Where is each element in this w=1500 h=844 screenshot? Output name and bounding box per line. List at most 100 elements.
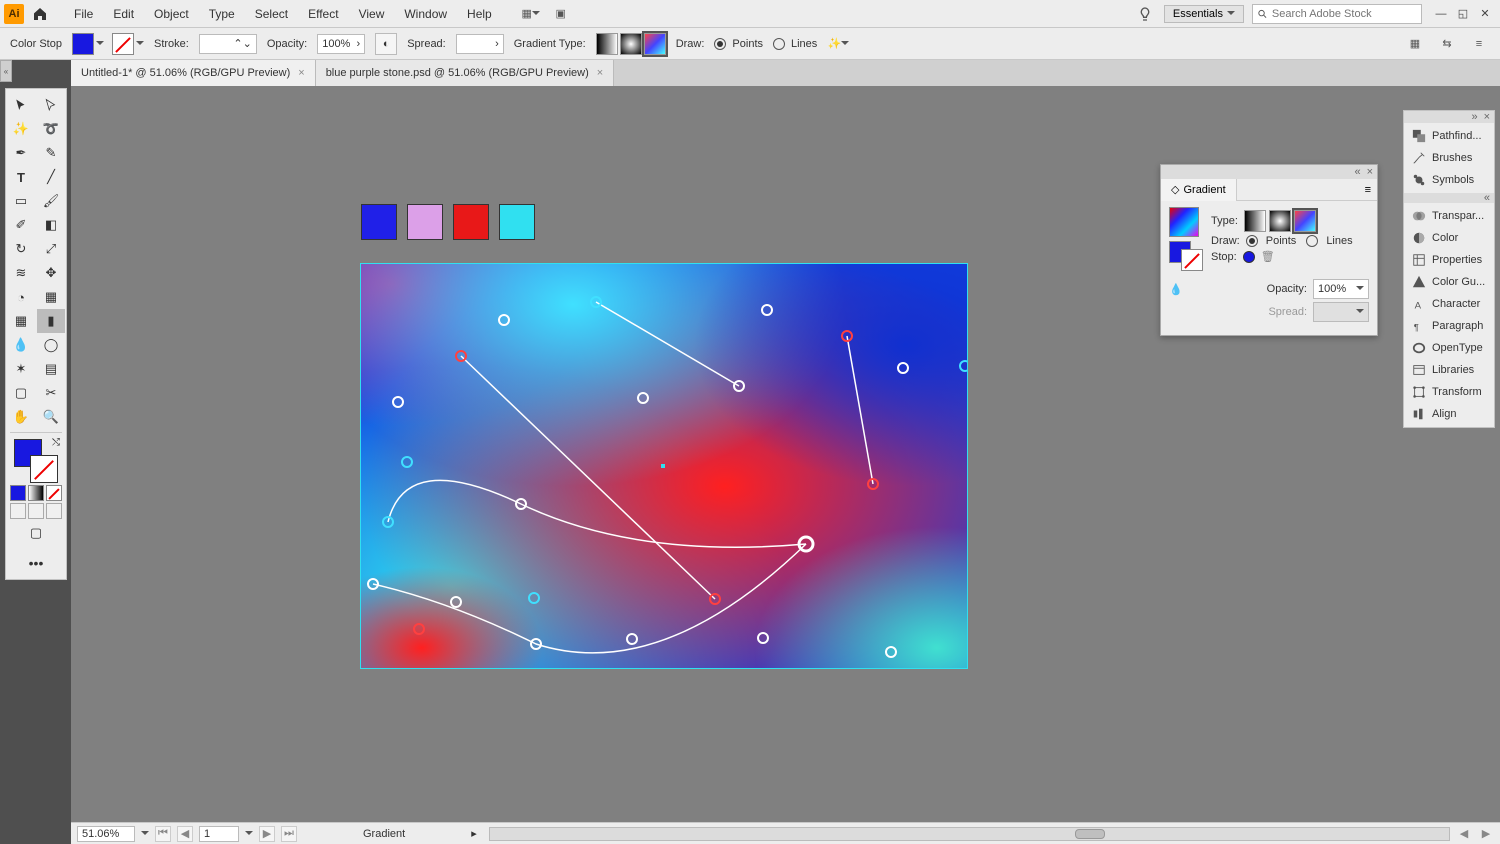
document-tab[interactable]: blue purple stone.psd @ 51.06% (RGB/GPU … xyxy=(316,60,615,86)
canvas[interactable]: «× ◇Gradient ≡ Type: xyxy=(71,86,1500,822)
panel-color[interactable]: Color xyxy=(1404,227,1494,249)
menu-view[interactable]: View xyxy=(349,0,395,28)
panel-close-icon[interactable]: × xyxy=(1367,166,1373,178)
type-tool[interactable]: T xyxy=(7,165,35,189)
swap-fill-stroke-icon[interactable]: ⤭ xyxy=(52,437,60,448)
home-icon[interactable] xyxy=(28,2,52,26)
swatch-blue[interactable] xyxy=(361,204,397,240)
menu-edit[interactable]: Edit xyxy=(103,0,144,28)
mesh-tool[interactable]: ▦ xyxy=(7,309,35,333)
gp-spread-select[interactable] xyxy=(1313,302,1369,322)
line-tool[interactable]: ╱ xyxy=(37,165,65,189)
panel-menu-icon[interactable]: ≡ xyxy=(1365,184,1371,196)
align-button[interactable]: ▦ xyxy=(1404,33,1426,55)
gradient-panel[interactable]: «× ◇Gradient ≡ Type: xyxy=(1160,164,1378,336)
menu-object[interactable]: Object xyxy=(144,0,199,28)
artboard-next-button[interactable]: ▶ xyxy=(259,826,275,842)
panel-transform[interactable]: Transform xyxy=(1404,381,1494,403)
direct-selection-tool[interactable] xyxy=(37,93,65,117)
symbol-sprayer-tool[interactable]: ✶ xyxy=(7,357,35,381)
gradient-freeform-button[interactable] xyxy=(644,33,666,55)
swatch-purple[interactable] xyxy=(407,204,443,240)
status-menu-icon[interactable]: ▸ xyxy=(471,827,477,840)
color-mode-gradient[interactable] xyxy=(28,485,44,501)
document-tab[interactable]: Untitled-1* @ 51.06% (RGB/GPU Preview) × xyxy=(71,60,316,86)
spread-select[interactable]: › xyxy=(456,34,504,54)
fill-color-swatch[interactable] xyxy=(72,33,94,55)
hand-tool[interactable]: ✋ xyxy=(7,405,35,429)
free-transform-tool[interactable]: ✥ xyxy=(37,261,65,285)
selection-tool[interactable] xyxy=(7,93,35,117)
screen-mode-button[interactable]: ▢ xyxy=(22,521,50,545)
arrange-documents-icon[interactable]: ▦ xyxy=(520,3,542,25)
dock-expand-icon[interactable]: » xyxy=(1471,111,1477,123)
gradient-options-button[interactable]: ✨ xyxy=(827,33,849,55)
gp-points-radio[interactable] xyxy=(1246,235,1258,247)
draw-behind-button[interactable] xyxy=(28,503,44,519)
panel-transparency[interactable]: Transpar... xyxy=(1404,205,1494,227)
color-mode-solid[interactable] xyxy=(10,485,26,501)
scale-tool[interactable]: ⤢ xyxy=(37,237,65,261)
horizontal-scrollbar[interactable] xyxy=(489,827,1450,841)
delete-stop-icon[interactable]: 🗑 xyxy=(1261,250,1275,263)
left-dock-collapse-toggle[interactable]: « xyxy=(0,60,12,82)
gp-opacity-select[interactable]: 100% xyxy=(1313,279,1369,299)
panel-brushes[interactable]: Brushes xyxy=(1404,147,1494,169)
panel-collapse-icon[interactable]: « xyxy=(1354,166,1360,178)
recolor-button[interactable]: ◐ xyxy=(375,33,397,55)
close-button[interactable]: ✕ xyxy=(1474,5,1496,23)
artboard-first-button[interactable]: ⏮ xyxy=(155,826,171,842)
shape-builder-tool[interactable]: ◔ xyxy=(7,285,35,309)
color-mode-none[interactable] xyxy=(46,485,62,501)
artboard-tool[interactable]: ▢ xyxy=(7,381,35,405)
draw-lines-radio[interactable] xyxy=(773,38,785,50)
transform-button[interactable]: ⇆ xyxy=(1436,33,1458,55)
eraser-tool[interactable]: ◧ xyxy=(37,213,65,237)
width-tool[interactable]: ≋ xyxy=(7,261,35,285)
stroke-weight-select[interactable]: ⌃⌄ xyxy=(199,34,257,54)
panel-paragraph[interactable]: ¶Paragraph xyxy=(1404,315,1494,337)
gradient-linear-button[interactable] xyxy=(596,33,618,55)
panel-libraries[interactable]: Libraries xyxy=(1404,359,1494,381)
perspective-tool[interactable]: ▦ xyxy=(37,285,65,309)
swatch-cyan[interactable] xyxy=(499,204,535,240)
panel-pathfinder[interactable]: Pathfind... xyxy=(1404,125,1494,147)
artboard-chevron-icon[interactable] xyxy=(245,828,253,840)
close-tab-icon[interactable]: × xyxy=(597,67,603,79)
panel-align[interactable]: Align xyxy=(1404,403,1494,425)
artboard-prev-button[interactable]: ◀ xyxy=(177,826,193,842)
dock-close-icon[interactable]: × xyxy=(1484,111,1490,123)
eyedropper-tool[interactable]: 💧 xyxy=(7,333,35,357)
draw-normal-button[interactable] xyxy=(10,503,26,519)
maximize-button[interactable]: ◱ xyxy=(1452,5,1474,23)
stroke-indicator[interactable] xyxy=(30,455,58,483)
menu-help[interactable]: Help xyxy=(457,0,502,28)
draw-inside-button[interactable] xyxy=(46,503,62,519)
stroke-dropdown-icon[interactable] xyxy=(136,38,144,50)
zoom-tool[interactable]: 🔍 xyxy=(37,405,65,429)
artboard-last-button[interactable]: ⏭ xyxy=(281,826,297,842)
rectangle-tool[interactable]: ▭ xyxy=(7,189,35,213)
scrollbar-thumb[interactable] xyxy=(1075,829,1105,839)
gp-eyedropper-icon[interactable]: 💧 xyxy=(1169,283,1183,296)
workspace-selector[interactable]: Essentials xyxy=(1164,5,1244,23)
search-input[interactable] xyxy=(1272,8,1417,20)
shaper-tool[interactable]: ✐ xyxy=(7,213,35,237)
learn-icon[interactable] xyxy=(1134,3,1156,25)
menu-effect[interactable]: Effect xyxy=(298,0,348,28)
gradient-preview-thumb[interactable] xyxy=(1169,207,1199,237)
artboard[interactable] xyxy=(361,264,967,668)
panel-symbols[interactable]: Symbols xyxy=(1404,169,1494,191)
fill-stroke-indicator[interactable]: ⤭ xyxy=(14,439,58,483)
zoom-chevron-icon[interactable] xyxy=(141,828,149,840)
lasso-tool[interactable]: ➰ xyxy=(37,117,65,141)
gradient-tool[interactable]: ▮ xyxy=(37,309,65,333)
menu-window[interactable]: Window xyxy=(394,0,457,28)
gp-lines-radio[interactable] xyxy=(1306,235,1318,247)
gp-radial-button[interactable] xyxy=(1269,210,1291,232)
artboard-number-select[interactable]: 1 xyxy=(199,826,239,842)
edit-toolbar-button[interactable]: ••• xyxy=(6,545,66,571)
scroll-right-button[interactable]: ▶ xyxy=(1478,826,1494,842)
paintbrush-tool[interactable]: 🖌 xyxy=(37,189,65,213)
gp-stop-color[interactable] xyxy=(1243,251,1255,263)
